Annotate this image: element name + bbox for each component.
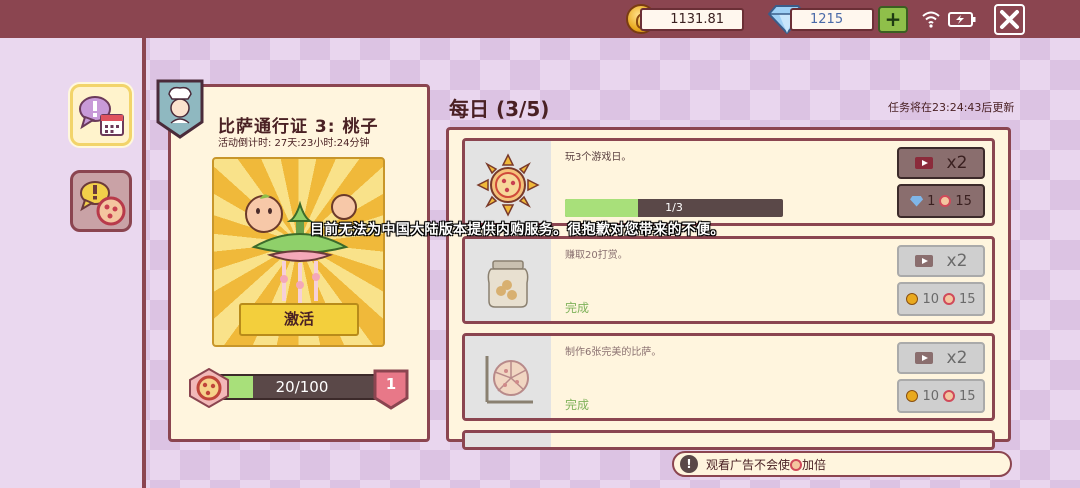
coin-amount: 1131.81	[670, 12, 724, 27]
video-icon	[914, 255, 933, 267]
pizza-token-icon	[189, 368, 229, 408]
coin-icon	[906, 293, 919, 305]
warning-icon: !	[680, 455, 698, 473]
ad-multiplier: x2	[946, 251, 968, 271]
task-thumbnail	[465, 239, 551, 321]
task-thumbnail	[465, 336, 551, 418]
task-status: 完成	[565, 301, 590, 315]
pass-progress-text: 20/100	[275, 378, 329, 396]
coin-balance: 1131.81	[640, 8, 744, 31]
chat-calendar-icon	[79, 96, 124, 136]
reward-points: 15	[955, 193, 972, 209]
battery-icon	[948, 12, 976, 27]
claim-reward-button[interactable]: 10 15	[897, 282, 985, 316]
ad-notice-text-start: 观看广告不会使	[706, 457, 791, 472]
pizza-slice-icon	[485, 356, 533, 404]
chef-badge-icon	[156, 79, 204, 139]
video-icon	[914, 157, 933, 169]
pass-level: 1	[385, 375, 397, 393]
task-description: 制作6张完美的比萨。	[565, 347, 662, 358]
watch-ad-double-button[interactable]: x2	[897, 342, 985, 374]
pizza-point-icon	[943, 293, 955, 305]
add-gems-button[interactable]: +	[878, 6, 908, 33]
video-icon	[914, 352, 933, 364]
gem-icon	[910, 195, 924, 207]
pizza-point-icon	[943, 390, 955, 402]
task-description: 玩3个游戏日。	[565, 152, 632, 163]
task-progress-bar: 1/3	[565, 199, 783, 217]
coin-icon	[906, 390, 919, 402]
ad-multiplier: x2	[946, 348, 968, 368]
top-bar	[0, 0, 1080, 38]
ad-notice: ! 观看广告不会使 加倍	[672, 451, 1012, 477]
reward-points: 15	[959, 291, 976, 307]
task-card: 制作6张完美的比萨。 完成 x2 10 15	[462, 333, 995, 421]
tab-daily-tasks[interactable]	[70, 84, 132, 146]
tab-pizza-pass[interactable]	[70, 170, 132, 232]
reward-coins: 10	[922, 291, 939, 307]
task-thumbnail	[465, 141, 551, 223]
daily-title: 每日 (3/5)	[449, 97, 550, 121]
refresh-timer: 任务将在23:24:43后更新	[888, 101, 1015, 114]
activate-button[interactable]: 激活	[239, 303, 359, 336]
pass-progress-bar: 20/100	[218, 374, 386, 400]
close-button[interactable]	[994, 4, 1025, 35]
claim-reward-button[interactable]: 10 15	[897, 379, 985, 413]
task-card: 赚取20打赏。 完成 x2 10 15	[462, 236, 995, 324]
task-status: 完成	[565, 398, 590, 412]
ad-multiplier: x2	[946, 153, 968, 173]
reward-gems: 1	[927, 193, 936, 209]
pass-countdown: 活动倒计时: 27天:23小时:24分钟	[218, 138, 370, 149]
ad-notice-text-end: 加倍	[802, 457, 827, 472]
reward-points: 15	[959, 388, 976, 404]
watch-ad-double-button[interactable]: x2	[897, 245, 985, 277]
gem-amount: 1215	[810, 12, 844, 27]
pizza-point-icon	[939, 195, 952, 207]
task-card: 玩3个游戏日。 1/3 x2 1 15	[462, 138, 995, 226]
task-progress-text: 1/3	[665, 201, 683, 214]
close-icon	[1000, 10, 1019, 29]
sun-pizza-icon	[476, 153, 540, 217]
task-thumbnail	[465, 433, 551, 447]
watch-ad-double-button[interactable]: x2	[897, 147, 985, 179]
claim-reward-button[interactable]: 1 15	[897, 184, 985, 218]
pizza-point-icon	[790, 458, 803, 471]
tip-jar-icon	[487, 260, 529, 308]
chat-pizza-icon	[80, 181, 126, 226]
wifi-icon	[922, 11, 940, 28]
reward-coins: 10	[922, 388, 939, 404]
task-description: 赚取20打赏。	[565, 250, 628, 261]
gem-balance: 1215	[790, 8, 874, 31]
toast-message: 目前无法为中国大陆版本提供内购服务。很抱歉对您带来的不便。	[310, 222, 725, 238]
task-card	[462, 430, 995, 450]
